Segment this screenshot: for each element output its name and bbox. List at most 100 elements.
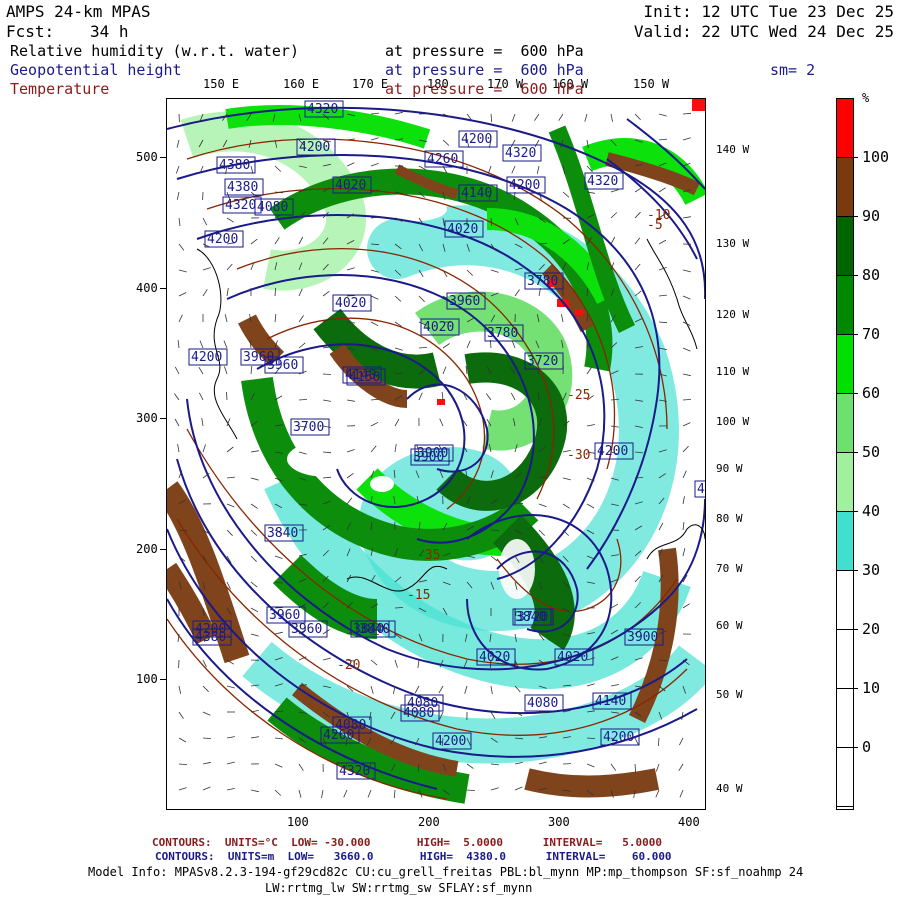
height-label: 4260	[323, 728, 354, 743]
height-label: 3780	[487, 326, 518, 341]
colorbar-segment	[837, 217, 853, 276]
lat-lon-label: 90 W	[716, 462, 743, 475]
temp-label: -5	[647, 218, 663, 233]
y-tick-label: 200	[136, 542, 158, 556]
colorbar-label: 0	[862, 738, 872, 756]
colorbar-label: 70	[862, 325, 881, 343]
lon-label: 150 W	[633, 77, 670, 91]
lat-lon-label: 110 W	[716, 365, 750, 378]
lon-label: 150 E	[203, 77, 240, 91]
temp-label: -15	[407, 588, 430, 603]
map-field-svg: 432042004380 4260420041404320420040204020…	[167, 99, 705, 809]
height-label: 4020	[557, 650, 588, 665]
height-label: 3960	[449, 294, 480, 309]
y-tick-label: 500	[136, 150, 158, 164]
lon-label: 170 E	[352, 77, 389, 91]
height-label: 3840	[267, 526, 298, 541]
y-tick-label: 100	[136, 672, 158, 686]
x-tick-label: 300	[548, 815, 570, 829]
height-label: 4080	[257, 200, 288, 215]
lat-lon-label: 60 W	[716, 619, 743, 632]
colorbar-label: 40	[862, 502, 881, 520]
height-label: 4020	[423, 320, 454, 335]
height-label: 4140	[461, 186, 492, 201]
height-label: 3960	[291, 622, 322, 637]
colorbar-unit: %	[862, 91, 870, 105]
x-tick-label: 100	[287, 815, 309, 829]
height-label: 4260	[427, 152, 458, 167]
height-label: 4200	[207, 232, 238, 247]
model-title: AMPS 24-km MPAS	[6, 2, 151, 21]
height-label: 4020	[447, 222, 478, 237]
lat-lon-label: 80 W	[716, 512, 743, 525]
lat-lon-label: 100 W	[716, 415, 750, 428]
height-label: 4380	[219, 158, 250, 173]
height-label: 4080	[407, 696, 438, 711]
model-info-line1: Model Info: MPASv8.2.3-194-gf29cd82c CU:…	[88, 865, 804, 879]
lat-lon-label: 40 W	[716, 782, 743, 795]
colorbar-segment	[837, 630, 853, 689]
height-label: 4320	[505, 146, 536, 161]
model-info-line2: LW:rrtmg_lw SW:rrtmg_sw SFLAY:sf_mynn	[265, 881, 533, 895]
height-label: 4380	[195, 630, 226, 645]
colorbar-label: 50	[862, 443, 881, 461]
temp-label: -30	[567, 448, 590, 463]
height-label: 3900	[627, 630, 658, 645]
height-label: 4200	[435, 734, 466, 749]
colorbar-label: 30	[862, 561, 881, 579]
temp-contour-info: CONTOURS: UNITS=°C LOW= -30.000 HIGH= 5.…	[152, 836, 662, 849]
lat-lon-label: 50 W	[716, 688, 743, 701]
colorbar-segment	[837, 99, 853, 158]
height-label: 4320	[307, 102, 338, 117]
smoothing-label: sm= 2	[770, 61, 816, 79]
height-label: 3840	[359, 622, 390, 637]
y-tick-label: 300	[136, 411, 158, 425]
valid-time: Valid: 22 UTC Wed 24 Dec 25	[633, 22, 894, 41]
field-rh-name: Relative humidity (w.r.t. water)	[10, 42, 299, 60]
height-label: 4200	[597, 444, 628, 459]
height-label: 4200	[299, 140, 330, 155]
colorbar-label: 60	[862, 384, 881, 402]
field-temp-name: Temperature	[10, 80, 110, 98]
height-label: 4380	[227, 180, 258, 195]
x-tick-label: 400	[678, 815, 700, 829]
temp-label: -35	[417, 548, 440, 563]
field-height-name: Geopotential height	[10, 61, 182, 79]
x-tick-label: 200	[418, 815, 440, 829]
init-time: Init: 12 UTC Tue 23 Dec 25	[643, 2, 894, 21]
height-label: 3780	[527, 274, 558, 289]
height-label: 4150	[349, 370, 380, 385]
colorbar-segment	[837, 158, 853, 217]
colorbar-segment	[837, 453, 853, 512]
height-label: 3700	[293, 420, 324, 435]
field-rh-level: at pressure = 600 hPa	[385, 42, 584, 60]
height-label: 4320	[587, 174, 618, 189]
height-label: 4200	[191, 350, 222, 365]
lat-lon-label: 120 W	[716, 308, 750, 321]
y-tick-label: 400	[136, 281, 158, 295]
colorbar-segment	[837, 689, 853, 748]
field-temp-level: at pressure = 600 hPa	[385, 80, 584, 98]
colorbar-label: 100	[862, 148, 890, 166]
colorbar	[836, 98, 854, 810]
forecast-hour: 34 h	[90, 22, 129, 41]
forecast-label: Fcst:	[6, 22, 55, 41]
height-label: 4200	[603, 730, 634, 745]
height-label: 3720	[527, 354, 558, 369]
colorbar-label: 90	[862, 207, 881, 225]
height-label: 3960	[243, 350, 274, 365]
lat-lon-label: 140 W	[716, 143, 750, 156]
height-label: 4320	[225, 198, 256, 213]
height-label: 4320	[339, 764, 370, 779]
height-label: 4200	[697, 482, 705, 497]
height-label: 4200	[509, 178, 540, 193]
lat-lon-label: 70 W	[716, 562, 743, 575]
colorbar-segment	[837, 512, 853, 571]
height-label: 4020	[335, 178, 366, 193]
height-label: 4080	[527, 696, 558, 711]
colorbar-label: 20	[862, 620, 881, 638]
height-contour-info: CONTOURS: UNITS=m LOW= 3660.0 HIGH= 4380…	[155, 850, 672, 863]
temp-label: -20	[337, 658, 360, 673]
height-label: 4200	[461, 132, 492, 147]
height-label: 4020	[335, 296, 366, 311]
